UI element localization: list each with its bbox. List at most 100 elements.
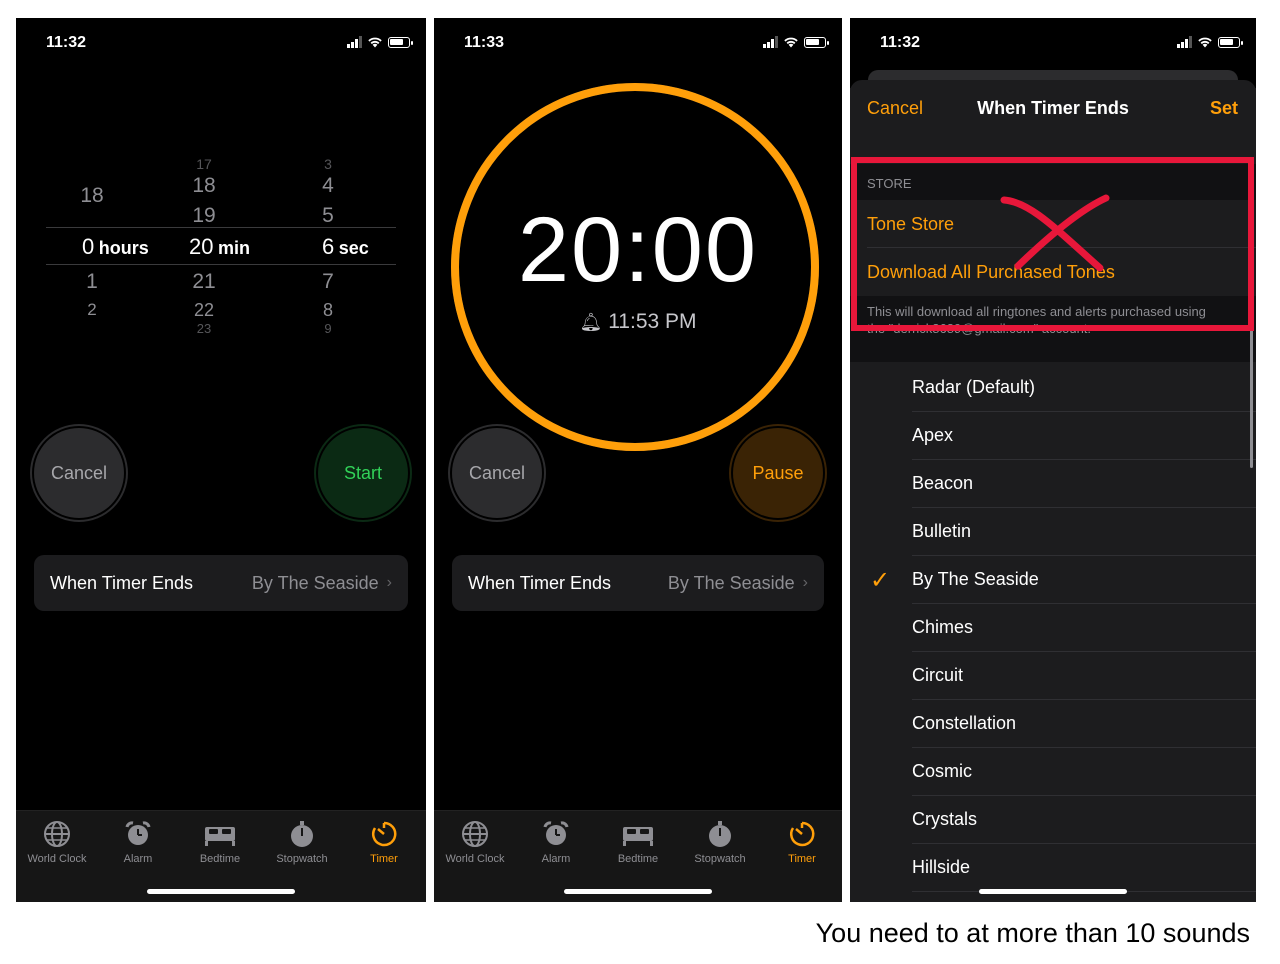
checkmark-icon: ✓: [870, 567, 891, 594]
tone-name: Cosmic: [912, 761, 973, 781]
sec-unit: sec: [338, 238, 369, 258]
picker-min-above[interactable]: 17: [184, 156, 224, 172]
tab-bedtime[interactable]: Bedtime: [180, 819, 260, 865]
tab-alarm[interactable]: Alarm: [98, 819, 178, 865]
picker-min-below[interactable]: 21: [184, 270, 224, 294]
battery-icon: [1218, 36, 1243, 48]
bed-icon: [623, 827, 653, 846]
status-time: 11:32: [46, 34, 87, 51]
tone-row[interactable]: Hillside: [850, 844, 1256, 892]
sec-value: 6: [322, 234, 335, 259]
status-time: 11:32: [880, 34, 921, 51]
stopwatch-icon: [291, 821, 313, 847]
tab-bar: World Clock Alarm Bedtime Stopwatch Time…: [16, 810, 426, 902]
wifi-icon: [368, 37, 382, 48]
picker-sec-below[interactable]: 8: [308, 300, 348, 321]
timer-running-screen: 11:33 20:00 🔔︎ 11:53 PM Cancel Pause Whe…: [434, 18, 842, 902]
tone-row[interactable]: Radar (Default): [850, 364, 1256, 412]
min-unit: min: [217, 238, 250, 258]
chevron-right-icon: ›: [386, 574, 392, 591]
tab-timer[interactable]: Timer: [344, 819, 424, 865]
timer-icon: [790, 821, 815, 847]
tab-label: Stopwatch: [694, 853, 746, 865]
tone-name: Beacon: [912, 473, 974, 493]
tab-label: Bedtime: [617, 853, 659, 865]
tab-alarm[interactable]: Alarm: [516, 819, 596, 865]
tone-name: Apex: [912, 425, 954, 445]
tone-row[interactable]: Beacon: [850, 460, 1256, 508]
picker-min-above[interactable]: 18: [184, 174, 224, 198]
tab-label: Bedtime: [199, 853, 241, 865]
tone-row[interactable]: Constellation: [850, 700, 1256, 748]
tone-row[interactable]: Chimes: [850, 604, 1256, 652]
tab-world-clock[interactable]: World Clock: [17, 819, 97, 865]
tab-bedtime[interactable]: Bedtime: [598, 819, 678, 865]
picker-min-below[interactable]: 23: [184, 321, 224, 336]
tone-name: Crystals: [912, 809, 978, 829]
home-indicator[interactable]: [979, 889, 1127, 894]
tab-label: Timer: [788, 853, 816, 865]
picker-sec-selected[interactable]: 6 sec: [322, 234, 369, 260]
tone-row[interactable]: Circuit: [850, 652, 1256, 700]
scroll-indicator[interactable]: [1250, 308, 1253, 468]
duration-picker[interactable]: 18 19 0 hours 1 2 17 18 19 20 min 21 22 …: [16, 148, 426, 348]
picker-hours-above[interactable]: 18: [72, 184, 112, 208]
tab-timer[interactable]: Timer: [762, 819, 842, 865]
picker-hours-selected[interactable]: 0 hours: [82, 234, 149, 260]
picker-min-above[interactable]: 19: [184, 204, 224, 228]
tab-label: Timer: [370, 853, 398, 865]
tone-row[interactable]: Crystals: [850, 796, 1256, 844]
tab-stopwatch[interactable]: Stopwatch: [262, 819, 342, 865]
tone-name: Hillside: [912, 857, 971, 877]
tone-name: Radar (Default): [912, 377, 1036, 397]
tone-row[interactable]: Bulletin: [850, 508, 1256, 556]
caption: You need to at more than 10 sounds: [815, 918, 1250, 948]
hours-unit: hours: [98, 238, 149, 258]
tone-row[interactable]: ✓ By The Seaside: [850, 556, 1256, 604]
globe-icon: [44, 821, 70, 847]
picker-min-below[interactable]: 22: [184, 300, 224, 321]
picker-hours-below[interactable]: 1: [72, 270, 112, 294]
tab-stopwatch[interactable]: Stopwatch: [680, 819, 760, 865]
alarm-clock-icon: [125, 821, 151, 845]
start-button[interactable]: Start: [318, 428, 408, 518]
end-time: 🔔︎ 11:53 PM: [434, 310, 842, 334]
picker-sec-above[interactable]: 5: [308, 204, 348, 228]
tone-name: Chimes: [912, 617, 974, 637]
when-timer-ends-row[interactable]: When Timer Ends By The Seaside ›: [452, 555, 824, 611]
picker-sec-above[interactable]: 4: [308, 174, 348, 198]
pause-button[interactable]: Pause: [733, 428, 823, 518]
countdown-display: 20:00: [517, 199, 759, 301]
when-timer-ends-label: When Timer Ends: [50, 572, 194, 593]
nav-title: When Timer Ends: [977, 98, 1129, 118]
home-indicator[interactable]: [147, 889, 295, 894]
when-timer-ends-row[interactable]: When Timer Ends By The Seaside ›: [34, 555, 408, 611]
battery-icon: [388, 36, 413, 48]
end-time-value: 11:53 PM: [608, 310, 697, 333]
annotation-x-mark: [1000, 194, 1110, 272]
picker-min-selected[interactable]: 20 min: [189, 234, 250, 260]
cancel-button[interactable]: Cancel: [34, 428, 124, 518]
tab-label: Alarm: [541, 853, 571, 865]
tab-label: Alarm: [123, 853, 153, 865]
home-indicator[interactable]: [564, 889, 712, 894]
picker-sec-below[interactable]: 7: [308, 270, 348, 294]
tab-world-clock[interactable]: World Clock: [435, 819, 515, 865]
tone-row[interactable]: Apex: [850, 412, 1256, 460]
timer-setup-screen: 11:32 18 19 0 hours 1 2 17 18 19 20 min …: [16, 18, 426, 902]
picker-sec-above[interactable]: 3: [308, 156, 348, 172]
globe-icon: [462, 821, 488, 847]
bed-icon: [205, 827, 235, 846]
picker-sec-below[interactable]: 9: [308, 321, 348, 336]
cancel-button[interactable]: Cancel: [452, 428, 542, 518]
stopwatch-icon: [709, 821, 731, 847]
alarm-clock-icon: [543, 821, 569, 845]
tab-label: World Clock: [445, 853, 505, 865]
status-bar: 11:32: [850, 18, 1256, 68]
tone-name: Constellation: [912, 713, 1017, 733]
nav-set-button[interactable]: Set: [1210, 98, 1238, 119]
tone-row[interactable]: Cosmic: [850, 748, 1256, 796]
when-timer-ends-value: By The Seaside: [667, 572, 795, 593]
picker-hours-below[interactable]: 2: [72, 300, 112, 320]
timer-icon: [372, 821, 397, 847]
